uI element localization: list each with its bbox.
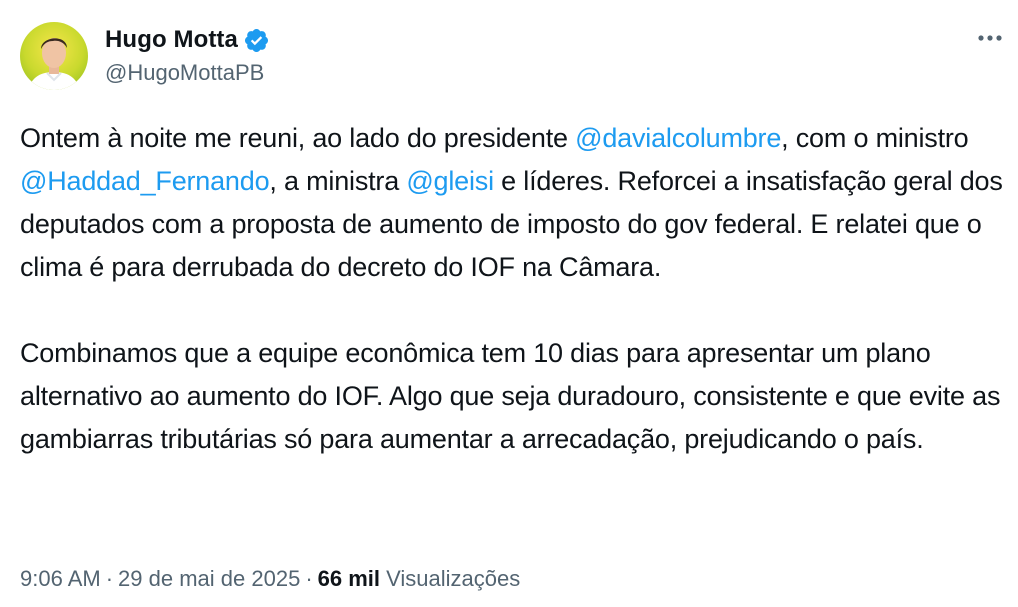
author-handle[interactable]: @HugoMottaPB	[105, 60, 270, 86]
author-names: Hugo Motta @HugoMottaPB	[105, 26, 270, 86]
text-segment: Ontem à noite me reuni, ao lado do presi…	[20, 123, 576, 153]
views-label: Visualizações	[386, 566, 521, 591]
tweet-text: Ontem à noite me reuni, ao lado do presi…	[20, 117, 1005, 461]
tweet-card: Hugo Motta @HugoMottaPB Ontem à noite me…	[0, 0, 1018, 607]
text-segment: , a ministra	[269, 166, 407, 196]
tweet-header: Hugo Motta @HugoMottaPB	[20, 20, 270, 92]
tweet-date[interactable]: 29 de mai de 2025	[118, 566, 300, 591]
meta-separator: ·	[105, 566, 114, 591]
avatar-portrait-icon	[28, 38, 80, 90]
tweet-paragraph-2: Combinamos que a equipe econômica tem 10…	[20, 338, 1001, 454]
author-display-name[interactable]: Hugo Motta	[105, 26, 238, 54]
name-row: Hugo Motta	[105, 26, 270, 54]
meta-separator: ·	[305, 566, 313, 591]
views-count: 66 mil	[317, 566, 381, 591]
tweet-meta: 9:06 AM · 29 de mai de 2025 · 66 mil Visuali…	[20, 566, 520, 592]
avatar[interactable]	[20, 22, 88, 90]
tweet-time[interactable]: 9:06 AM	[20, 566, 101, 591]
mention-link[interactable]: @Haddad_Fernando	[20, 166, 270, 196]
text-segment: , com o ministro	[781, 123, 969, 153]
mention-link[interactable]: @gleisi	[406, 166, 494, 196]
more-horizontal-icon[interactable]	[974, 26, 1006, 50]
verified-badge-icon[interactable]	[243, 27, 270, 54]
mention-link[interactable]: @davialcolumbre	[575, 123, 781, 153]
tweet-paragraph-1: Ontem à noite me reuni, ao lado do presi…	[20, 117, 1005, 289]
